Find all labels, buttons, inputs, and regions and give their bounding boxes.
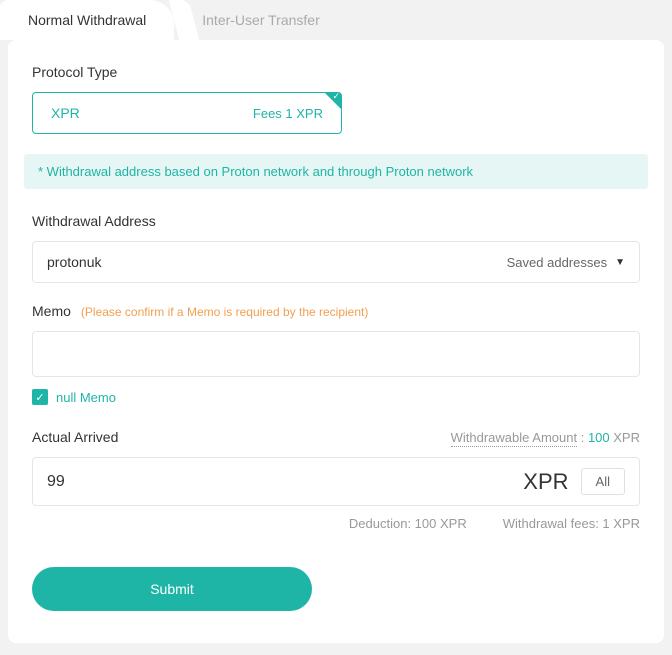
- protocol-name: XPR: [51, 105, 80, 121]
- submit-button[interactable]: Submit: [32, 567, 312, 611]
- withdrawal-address-label: Withdrawal Address: [32, 213, 640, 229]
- withdrawal-address-input[interactable]: [47, 254, 507, 270]
- withdrawable-amount: Withdrawable Amount : 100 XPR: [451, 430, 640, 445]
- memo-label: Memo: [32, 303, 71, 319]
- withdrawal-address-row: Saved addresses ▼: [32, 241, 640, 283]
- all-button[interactable]: All: [581, 468, 625, 495]
- actual-arrived-label: Actual Arrived: [32, 429, 118, 445]
- withdrawal-fees-text: Withdrawal fees: 1 XPR: [503, 516, 640, 531]
- withdrawable-value: 100: [588, 430, 610, 445]
- withdrawable-label: Withdrawable Amount: [451, 430, 577, 447]
- null-memo-label: null Memo: [56, 390, 116, 405]
- saved-addresses-dropdown[interactable]: Saved addresses: [507, 255, 607, 270]
- tab-normal-withdrawal[interactable]: Normal Withdrawal: [0, 0, 174, 40]
- amount-input[interactable]: [47, 473, 511, 491]
- protocol-option-xpr[interactable]: XPR Fees 1 XPR ✓: [32, 92, 342, 134]
- null-memo-checkbox-row[interactable]: ✓ null Memo: [32, 389, 640, 405]
- withdrawable-unit: XPR: [613, 430, 640, 445]
- protocol-fee: Fees 1 XPR: [253, 106, 323, 121]
- tab-label: Inter-User Transfer: [202, 12, 319, 28]
- amount-currency: XPR: [523, 469, 568, 495]
- memo-hint: (Please confirm if a Memo is required by…: [81, 305, 368, 319]
- tab-inter-user-transfer[interactable]: Inter-User Transfer: [174, 0, 347, 40]
- memo-input[interactable]: [32, 331, 640, 377]
- network-notice: * Withdrawal address based on Proton net…: [24, 154, 648, 189]
- tab-label: Normal Withdrawal: [28, 12, 146, 28]
- chevron-down-icon[interactable]: ▼: [615, 257, 625, 268]
- protocol-type-label: Protocol Type: [32, 64, 640, 80]
- checkbox-icon: ✓: [32, 389, 48, 405]
- check-icon: ✓: [332, 92, 340, 101]
- deduction-text: Deduction: 100 XPR: [349, 516, 467, 531]
- withdrawal-form: Protocol Type XPR Fees 1 XPR ✓ * Withdra…: [8, 40, 664, 643]
- tabs-bar: Normal Withdrawal Inter-User Transfer: [0, 0, 672, 40]
- fees-info: Deduction: 100 XPR Withdrawal fees: 1 XP…: [32, 516, 640, 531]
- amount-input-row: XPR All: [32, 457, 640, 506]
- saved-addresses-label: Saved addresses: [507, 255, 607, 270]
